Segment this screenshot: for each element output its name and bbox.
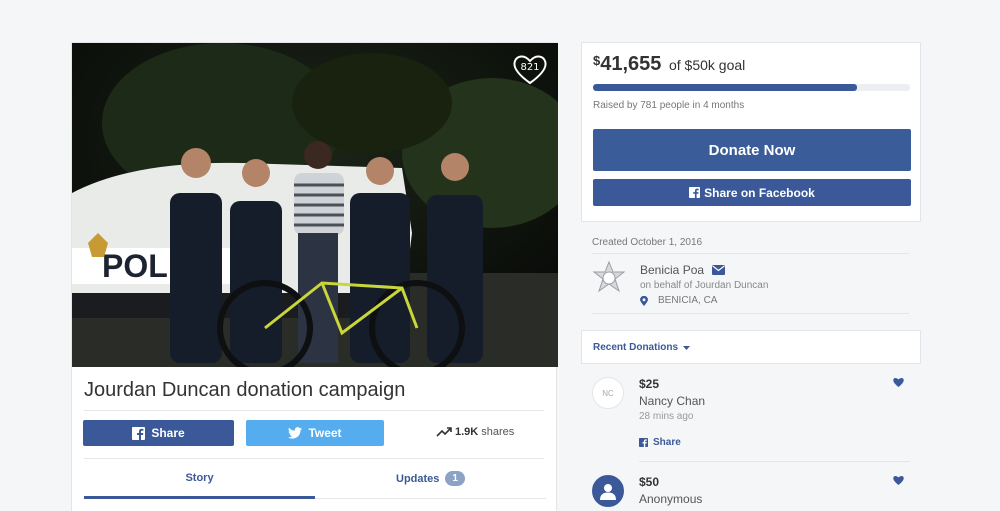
facebook-icon: [639, 438, 648, 447]
divider: [639, 461, 910, 462]
organizer-avatar[interactable]: [592, 260, 626, 295]
recent-donations-header: Recent Donations: [581, 330, 921, 364]
donation-goal-card: $41,655 of $50k goal Raised by 781 peopl…: [581, 42, 921, 222]
donor-name: Nancy Chan: [639, 394, 706, 408]
on-behalf-of: on behalf of Jourdan Duncan: [640, 280, 769, 291]
campaign-photo: POL 821: [72, 43, 558, 367]
campaign-title: Jourdan Duncan donation campaign: [84, 379, 406, 401]
svg-text:POL: POL: [102, 248, 168, 284]
favorite-heart-button[interactable]: 821: [512, 53, 548, 85]
share-count-suffix: shares: [481, 426, 515, 438]
share-count-value: 1.9K: [455, 426, 479, 438]
facebook-icon: [132, 426, 146, 440]
share-on-facebook-button[interactable]: Share on Facebook: [593, 179, 911, 206]
tweet-label: Tweet: [308, 426, 342, 440]
tab-story[interactable]: Story: [84, 459, 315, 499]
raised-by-text: Raised by 781 people in 4 months: [593, 100, 745, 111]
created-date: Created October 1, 2016: [592, 237, 703, 248]
campaign-card: POL 821 Jourdan Duncan donation campaign…: [71, 42, 558, 511]
amount-raised: $41,655 of $50k goal: [593, 53, 745, 76]
avatar: [592, 475, 624, 507]
list-item: $50 Anonymous: [581, 472, 921, 511]
divider: [592, 253, 909, 254]
tweet-button[interactable]: Tweet: [246, 420, 384, 446]
facebook-icon: [689, 187, 701, 198]
organizer-name[interactable]: Benicia Poa: [640, 263, 726, 277]
share-on-facebook-label: Share on Facebook: [704, 185, 815, 200]
mail-icon[interactable]: [712, 265, 726, 275]
caret-down-icon: [683, 345, 691, 350]
recent-donations-label: Recent Donations: [593, 342, 679, 353]
location-pin-icon: [640, 295, 648, 306]
amount-raised-value: 41,655: [600, 53, 662, 75]
person-icon: [600, 484, 616, 500]
facebook-share-label: Share: [151, 426, 185, 440]
organizer-location-text: BENICIA, CA: [658, 295, 718, 306]
progress-fill: [593, 84, 858, 91]
donation-share-button[interactable]: Share: [639, 437, 681, 448]
avatar: NC: [592, 377, 624, 409]
divider: [592, 313, 909, 314]
updates-count-badge: 1: [445, 471, 465, 486]
police-star-icon: [592, 260, 626, 293]
tab-updates-label: Updates: [396, 472, 440, 485]
recent-donations-dropdown[interactable]: Recent Donations: [593, 342, 691, 353]
progress-bar: [593, 84, 910, 91]
organizer-location: BENICIA, CA: [640, 295, 717, 306]
list-item: NC $25 Nancy Chan 28 mins ago Share: [581, 372, 921, 462]
donate-now-button[interactable]: Donate Now: [593, 129, 911, 171]
goal-text: of $50k goal: [668, 57, 746, 73]
tab-updates[interactable]: Updates 1: [315, 459, 546, 499]
facebook-share-button[interactable]: Share: [83, 420, 234, 446]
share-count: 1.9K shares: [436, 426, 514, 438]
tab-story-label: Story: [185, 471, 214, 484]
donation-share-label: Share: [653, 437, 681, 448]
donation-amount: $50: [639, 475, 660, 489]
like-count: 821: [520, 62, 540, 73]
donation-time: 28 mins ago: [639, 411, 694, 422]
heart-icon[interactable]: [893, 475, 904, 485]
donate-now-label: Donate Now: [708, 141, 796, 159]
donor-name: Anonymous: [639, 492, 703, 506]
twitter-icon: [288, 427, 303, 439]
organizer-name-text: Benicia Poa: [640, 263, 705, 277]
divider: [84, 410, 544, 411]
heart-icon[interactable]: [893, 377, 904, 387]
trending-up-icon: [436, 427, 452, 437]
donation-amount: $25: [639, 377, 660, 391]
